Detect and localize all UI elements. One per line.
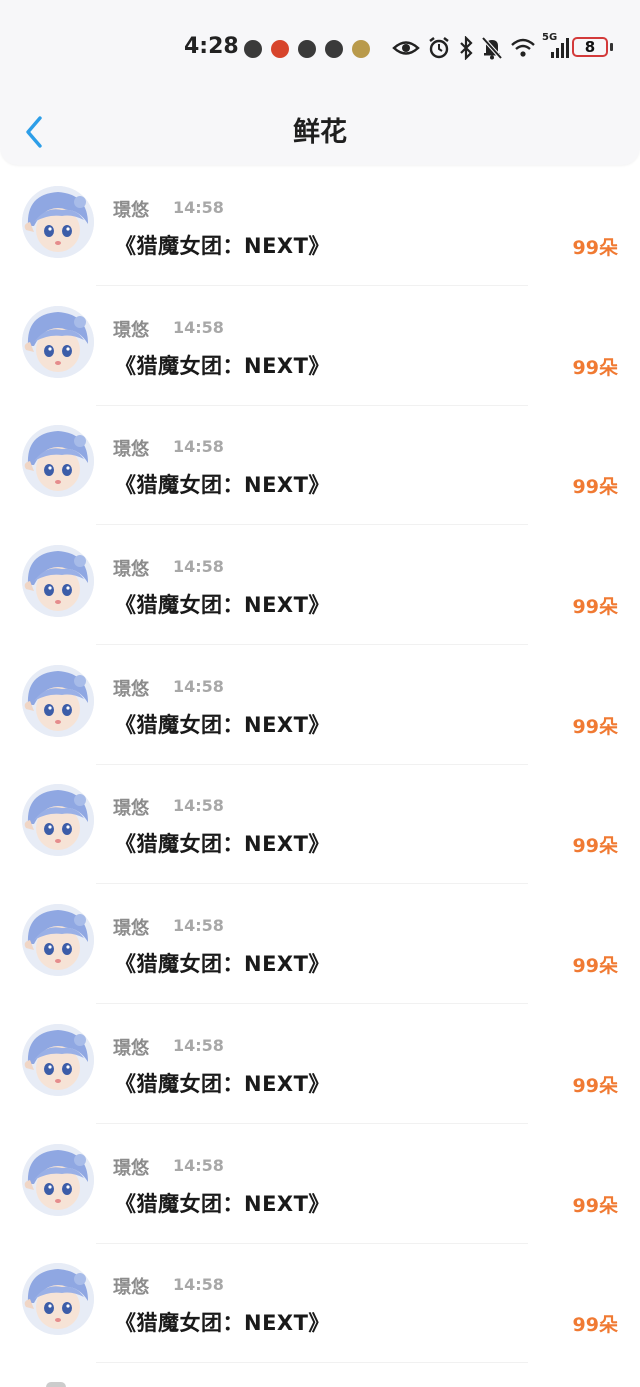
- sent-time: 14:58: [173, 1275, 224, 1295]
- list-item[interactable]: 璟悠 14:58 《猎魔女团：NEXT》 99朵: [0, 545, 640, 665]
- avatar[interactable]: [22, 1143, 94, 1216]
- app-notification-icon: [271, 40, 289, 58]
- list-item[interactable]: 璟悠 14:58 《猎魔女团：NEXT》 99朵: [0, 186, 640, 306]
- gift-target-title: 《猎魔女团：NEXT》: [115, 832, 330, 857]
- divider: [96, 1122, 528, 1124]
- divider: [96, 1362, 528, 1364]
- list-item[interactable]: 璟悠 14:58 《猎魔女团：NEXT》 99朵: [0, 784, 640, 904]
- app-notification-icon: [352, 40, 370, 58]
- avatar[interactable]: [22, 664, 94, 737]
- gift-target-title: 《猎魔女团：NEXT》: [115, 952, 330, 977]
- sender-name: 璟悠: [113, 918, 149, 940]
- sender-name: 璟悠: [113, 1037, 149, 1059]
- battery-tip: [610, 43, 613, 51]
- sender-name: 璟悠: [113, 1157, 149, 1179]
- flower-count: 99朵: [572, 596, 618, 619]
- list-item[interactable]: 璟悠 14:58 《猎魔女团：NEXT》 99朵: [0, 904, 640, 1024]
- status-bar: 4:28 5G 8: [0, 30, 640, 66]
- sender-name: 璟悠: [113, 319, 149, 341]
- avatar[interactable]: [22, 1263, 94, 1336]
- list-item[interactable]: 璟悠 14:58 《猎魔女团：NEXT》 99朵: [0, 664, 640, 785]
- sent-time: 14:58: [173, 676, 224, 696]
- bell-mute-icon: [481, 36, 503, 60]
- gift-target-title: 《猎魔女团：NEXT》: [115, 1311, 330, 1336]
- divider: [96, 524, 528, 526]
- divider: [96, 883, 528, 885]
- list-item[interactable]: 璟悠 14:58 《猎魔女团：NEXT》 99朵: [0, 1143, 640, 1264]
- bluetooth-icon: [458, 36, 474, 60]
- avatar[interactable]: [22, 305, 94, 378]
- gift-target-title: 《猎魔女团：NEXT》: [115, 1071, 330, 1096]
- system-icons: 5G: [392, 32, 573, 60]
- wifi-icon: [510, 37, 536, 59]
- battery-indicator: 8: [572, 37, 608, 57]
- avatar[interactable]: [22, 545, 94, 618]
- alarm-icon: [427, 36, 451, 60]
- sent-time: 14:58: [173, 317, 224, 337]
- header-bar: 4:28 5G 8 鲜花: [0, 0, 640, 165]
- flower-count: 99朵: [572, 1074, 618, 1097]
- sender-name: 璟悠: [113, 1277, 149, 1299]
- page-title: 鲜花: [293, 117, 347, 148]
- sent-time: 14:58: [173, 437, 224, 457]
- gift-target-title: 《猎魔女团：NEXT》: [115, 593, 330, 618]
- sent-time: 14:58: [173, 557, 224, 577]
- sender-name: 璟悠: [113, 798, 149, 820]
- flower-count: 99朵: [572, 356, 618, 379]
- eye-icon: [392, 37, 420, 59]
- flower-count: 99朵: [572, 476, 618, 499]
- gift-target-title: 《猎魔女团：NEXT》: [115, 234, 330, 258]
- avatar[interactable]: [22, 904, 94, 977]
- flower-count: 99朵: [572, 1194, 618, 1217]
- avatar[interactable]: [22, 425, 94, 498]
- sent-time: 14:58: [173, 796, 224, 816]
- divider: [96, 763, 528, 765]
- signal-icon: 5G: [542, 32, 573, 60]
- gift-target-title: 《猎魔女团：NEXT》: [115, 473, 330, 498]
- divider: [96, 1003, 528, 1005]
- gift-list: 璟悠 14:58 《猎魔女团：NEXT》 99朵 璟悠 14:58 《猎魔女团：NEXT》 9…: [0, 186, 640, 1383]
- sent-time: 14:58: [173, 1155, 224, 1175]
- sender-name: 璟悠: [113, 678, 149, 700]
- sent-time: 14:58: [173, 1035, 224, 1055]
- notification-icons: [244, 40, 370, 58]
- flower-count: 99朵: [572, 955, 618, 978]
- status-time: 4:28: [184, 34, 239, 59]
- avatar[interactable]: [22, 784, 94, 857]
- gift-target-title: 《猎魔女团：NEXT》: [115, 712, 330, 737]
- sent-time: 14:58: [173, 198, 224, 217]
- list-item[interactable]: 璟悠 14:58 《猎魔女团：NEXT》 99朵: [0, 1023, 640, 1144]
- sender-name: 璟悠: [113, 559, 149, 581]
- sender-name: 璟悠: [113, 439, 149, 461]
- gift-target-title: 《猎魔女团：NEXT》: [115, 353, 330, 378]
- app-notification-icon: [298, 40, 316, 58]
- gift-target-title: 《猎魔女团：NEXT》: [115, 1191, 330, 1216]
- list-item[interactable]: 璟悠 14:58 《猎魔女团：NEXT》 99朵: [0, 305, 640, 426]
- divider: [96, 1242, 528, 1244]
- sender-name: 璟悠: [113, 200, 149, 221]
- network-type: 5G: [542, 32, 558, 43]
- list-item[interactable]: 璟悠 14:58 《猎魔女团：NEXT》 99朵: [0, 1263, 640, 1383]
- divider: [96, 404, 528, 406]
- avatar[interactable]: [22, 186, 94, 258]
- avatar[interactable]: [22, 1023, 94, 1096]
- flower-count: 99朵: [572, 237, 618, 259]
- list-item[interactable]: 璟悠 14:58 《猎魔女团：NEXT》 99朵: [0, 425, 640, 545]
- app-notification-icon: [325, 40, 343, 58]
- divider: [96, 644, 528, 646]
- flower-count: 99朵: [572, 835, 618, 858]
- flower-count: 99朵: [572, 715, 618, 738]
- sent-time: 14:58: [173, 916, 224, 936]
- next-avatar-peek: [46, 1382, 66, 1387]
- flower-count: 99朵: [572, 1314, 618, 1337]
- app-notification-icon: [244, 40, 262, 58]
- divider: [96, 285, 528, 286]
